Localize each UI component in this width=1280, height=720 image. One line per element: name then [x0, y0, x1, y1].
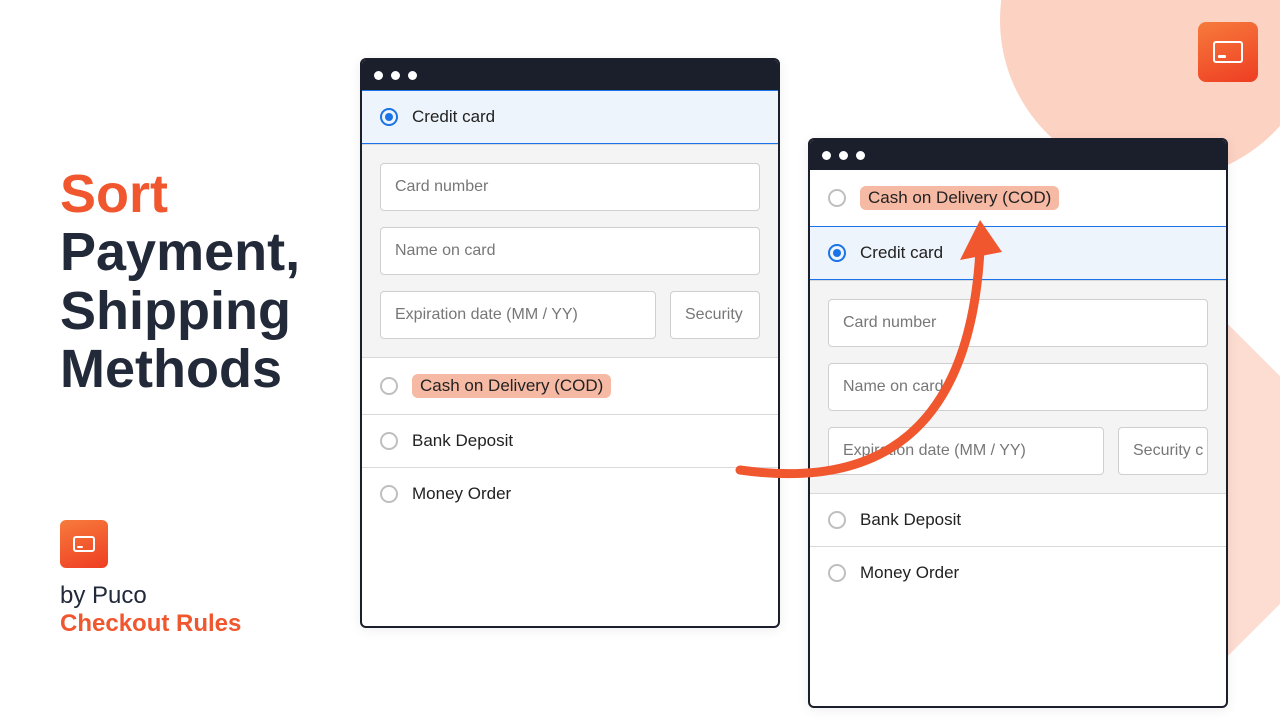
payment-option-label: Bank Deposit	[412, 431, 513, 451]
radio-icon	[828, 564, 846, 582]
payment-option-bank-deposit[interactable]: Bank Deposit	[810, 493, 1226, 546]
credit-card-form: Card number Name on card Expiration date…	[362, 144, 778, 357]
payment-option-money-order[interactable]: Money Order	[362, 467, 778, 520]
headline: Sort Payment, Shipping Methods	[60, 165, 360, 398]
highlight: Cash on Delivery (COD)	[860, 186, 1059, 210]
payment-option-cod[interactable]: Cash on Delivery (COD)	[362, 357, 778, 414]
window-dot	[374, 71, 383, 80]
headline-line3: Shipping	[60, 281, 291, 341]
payment-option-money-order[interactable]: Money Order	[810, 546, 1226, 599]
checkout-window-before: Credit card Card number Name on card Exp…	[360, 58, 780, 628]
radio-icon	[828, 511, 846, 529]
headline-line2: Payment,	[60, 222, 300, 282]
credit-card-icon	[1213, 41, 1243, 63]
payment-option-label: Cash on Delivery (COD)	[412, 374, 611, 398]
credit-card-form: Card number Name on card Expiration date…	[810, 280, 1226, 493]
payment-option-bank-deposit[interactable]: Bank Deposit	[362, 414, 778, 467]
security-code-input[interactable]: Security c	[1118, 427, 1208, 475]
radio-icon	[380, 377, 398, 395]
window-titlebar	[810, 140, 1226, 170]
payment-option-credit-card[interactable]: Credit card	[362, 90, 778, 144]
radio-icon	[380, 485, 398, 503]
card-number-input[interactable]: Card number	[380, 163, 760, 211]
brand-block: by Puco Checkout Rules	[60, 520, 241, 638]
window-dot	[839, 151, 848, 160]
window-dot	[391, 71, 400, 80]
payment-option-label: Credit card	[412, 107, 495, 127]
card-number-input[interactable]: Card number	[828, 299, 1208, 347]
payment-option-label: Money Order	[412, 484, 511, 504]
radio-icon	[380, 432, 398, 450]
brand-appname: Checkout Rules	[60, 610, 241, 638]
highlight: Cash on Delivery (COD)	[412, 374, 611, 398]
brand-logo-top-right	[1198, 22, 1258, 82]
credit-card-icon	[73, 536, 95, 552]
security-code-input[interactable]: Security	[670, 291, 760, 339]
payment-option-label: Money Order	[860, 563, 959, 583]
payment-option-label: Bank Deposit	[860, 510, 961, 530]
expiration-input[interactable]: Expiration date (MM / YY)	[828, 427, 1104, 475]
brand-logo	[60, 520, 108, 568]
payment-option-credit-card[interactable]: Credit card	[810, 226, 1226, 280]
checkout-window-after: Cash on Delivery (COD) Credit card Card …	[808, 138, 1228, 708]
payment-option-cod[interactable]: Cash on Delivery (COD)	[810, 170, 1226, 226]
brand-byline: by Puco	[60, 582, 241, 610]
payment-option-label: Cash on Delivery (COD)	[860, 186, 1059, 210]
payment-option-label: Credit card	[860, 243, 943, 263]
radio-icon	[380, 108, 398, 126]
window-dot	[856, 151, 865, 160]
expiration-input[interactable]: Expiration date (MM / YY)	[380, 291, 656, 339]
headline-line4: Methods	[60, 339, 282, 399]
window-dot	[408, 71, 417, 80]
headline-accent: Sort	[60, 164, 168, 224]
window-titlebar	[362, 60, 778, 90]
window-dot	[822, 151, 831, 160]
radio-icon	[828, 244, 846, 262]
name-on-card-input[interactable]: Name on card	[380, 227, 760, 275]
name-on-card-input[interactable]: Name on card	[828, 363, 1208, 411]
radio-icon	[828, 189, 846, 207]
